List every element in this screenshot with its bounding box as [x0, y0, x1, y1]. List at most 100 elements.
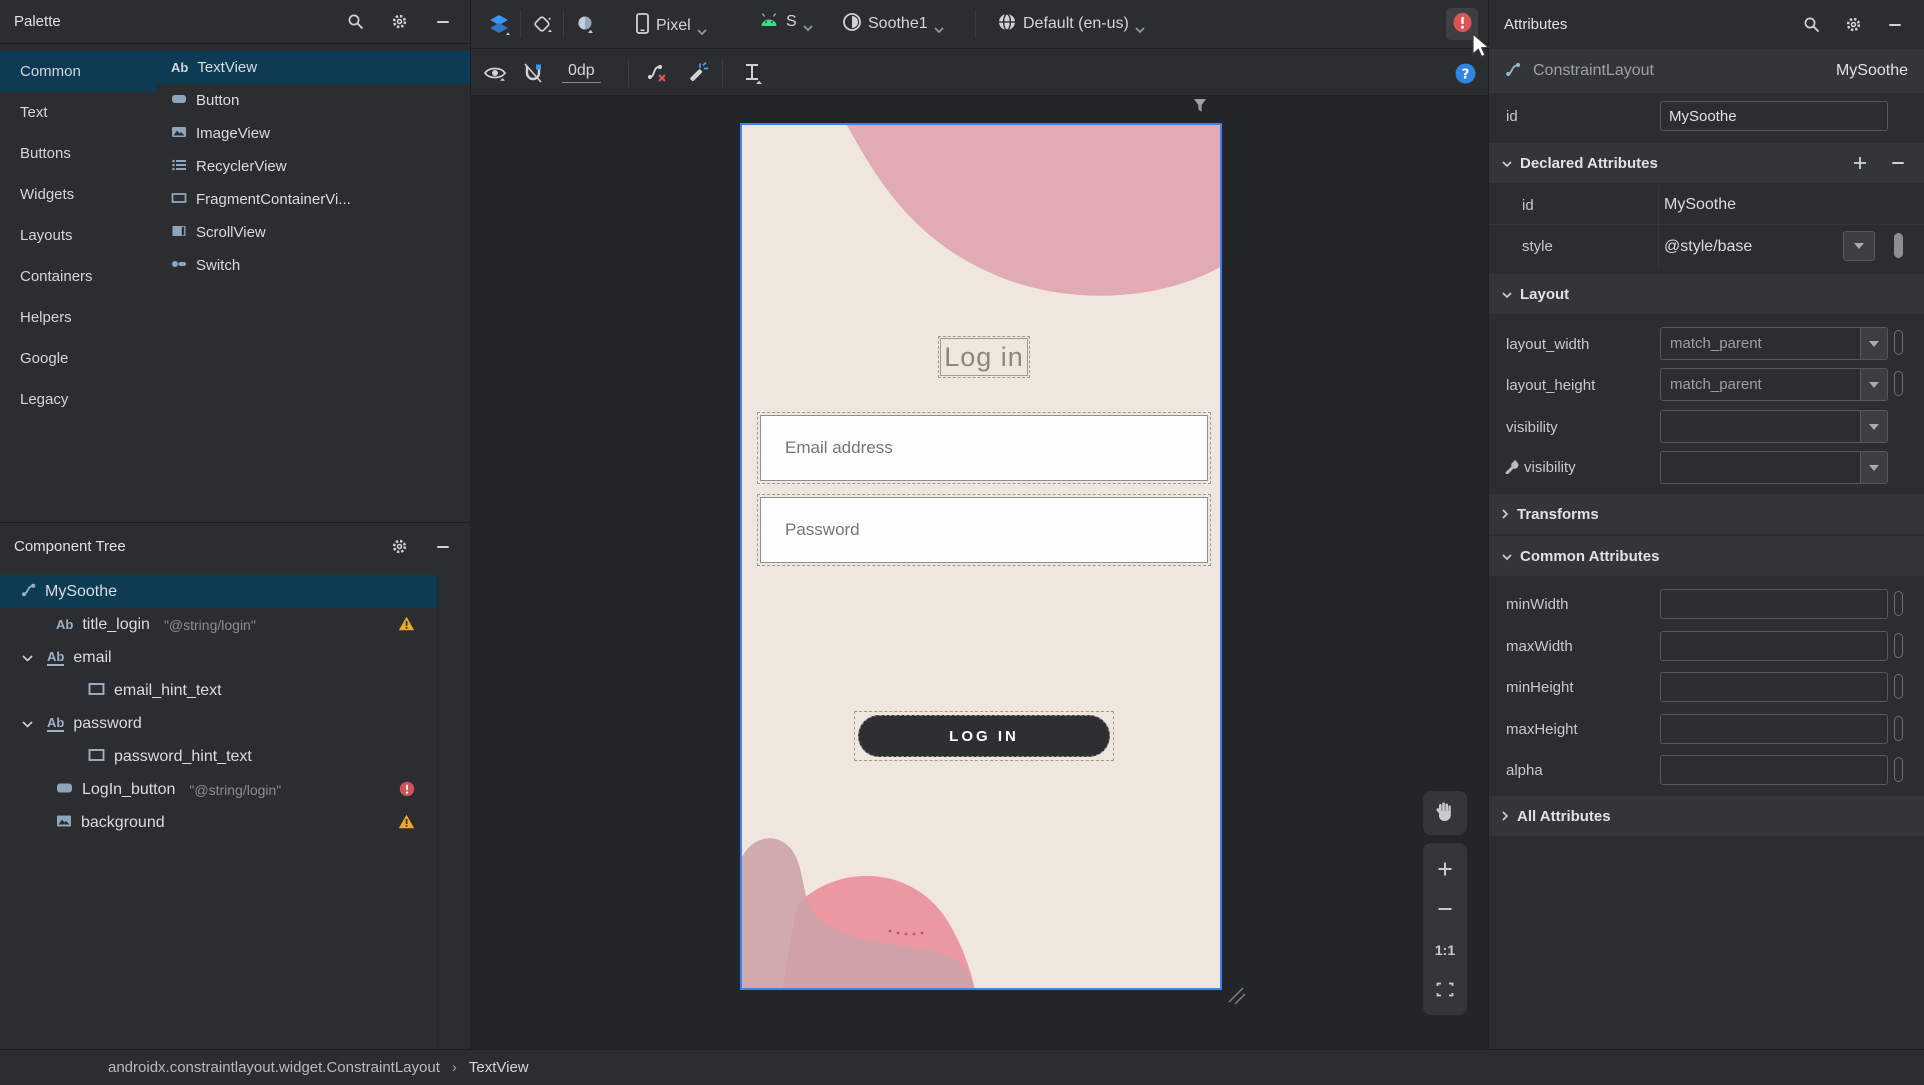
alpha-input[interactable] — [1660, 755, 1888, 785]
declared-attr-row[interactable]: id MySoothe — [1488, 186, 1924, 225]
layout-height-combo[interactable]: match_parent — [1660, 368, 1888, 401]
palette-item-button[interactable]: Button — [157, 84, 470, 117]
design-surface-icon[interactable] — [482, 7, 516, 41]
chevron-down-icon — [803, 19, 813, 32]
breadcrumb-textview[interactable]: TextView — [469, 1059, 529, 1076]
chevron-down-icon[interactable] — [22, 715, 33, 732]
tools-visibility-combo[interactable] — [1660, 451, 1888, 484]
palette-category-widgets[interactable]: Widgets — [0, 174, 157, 215]
resource-pill[interactable] — [1894, 633, 1903, 658]
zoom-to-fit-button[interactable] — [1424, 982, 1466, 997]
tree-row-mysoothe[interactable]: MySoothe — [0, 575, 437, 608]
resource-pill[interactable] — [1894, 757, 1903, 782]
clear-constraints-icon[interactable] — [642, 58, 672, 88]
maxwidth-label: maxWidth — [1506, 638, 1573, 655]
palette-item-switch[interactable]: Switch — [157, 249, 470, 282]
infer-constraints-icon[interactable] — [682, 58, 712, 88]
tree-row-background[interactable]: background — [0, 806, 437, 839]
pan-button[interactable] — [1423, 791, 1467, 835]
resource-pill[interactable] — [1894, 716, 1903, 741]
orientation-icon[interactable] — [525, 7, 559, 41]
tree-row-password[interactable]: Ab password — [0, 707, 437, 740]
pack-align-icon[interactable] — [736, 58, 770, 88]
chevron-down-icon — [1502, 286, 1512, 303]
tree-row-title-login[interactable]: Ab title_login "@string/login" — [0, 608, 437, 641]
chevron-down-icon — [1135, 21, 1145, 34]
palette-header: Palette — [0, 0, 470, 44]
palette-item-scrollview[interactable]: ScrollView — [157, 216, 470, 249]
palette-category-google[interactable]: Google — [0, 338, 157, 379]
autoconnect-icon[interactable] — [518, 58, 548, 88]
device-screen[interactable]: Log in Email address Password LOG IN — [740, 123, 1222, 990]
chevron-down-icon[interactable] — [22, 649, 33, 666]
view-options-icon[interactable] — [480, 58, 510, 88]
maxwidth-input[interactable] — [1660, 631, 1888, 661]
zoom-in-button[interactable] — [1424, 861, 1466, 877]
palette-item-fragmentcontainerview[interactable]: FragmentContainerVi... — [157, 183, 470, 216]
layout-width-combo[interactable]: match_parent — [1660, 327, 1888, 360]
tree-row-password-hint-text[interactable]: password_hint_text — [0, 740, 437, 773]
button-icon — [56, 781, 73, 799]
api-selector[interactable]: S — [758, 12, 813, 32]
palette-item-imageview[interactable]: ImageView — [157, 117, 470, 150]
palette-item-recyclerview[interactable]: RecyclerView — [157, 150, 470, 183]
id-label: id — [1506, 108, 1518, 125]
tree-row-email[interactable]: Ab email — [0, 641, 437, 674]
palette-category-legacy[interactable]: Legacy — [0, 379, 157, 420]
remove-attribute-icon[interactable] — [1888, 153, 1908, 173]
id-input[interactable] — [1660, 101, 1888, 131]
palette-category-common[interactable]: Common — [0, 51, 157, 92]
zoom-reset-button[interactable]: 1:1 — [1424, 942, 1466, 958]
textview-icon: Ab — [171, 60, 189, 75]
resource-pill[interactable] — [1894, 591, 1903, 616]
component-tree-header: Component Tree — [0, 523, 470, 570]
filter-icon[interactable] — [1192, 98, 1208, 117]
resource-pill[interactable] — [1894, 674, 1903, 699]
resource-pill[interactable] — [1894, 233, 1903, 258]
device-selector[interactable]: Pixel — [635, 12, 707, 39]
declared-attr-row[interactable]: style @style/base — [1488, 225, 1924, 268]
gear-icon[interactable] — [386, 9, 412, 35]
search-icon[interactable] — [342, 9, 368, 35]
theme-selector[interactable]: Soothe1 — [842, 12, 944, 36]
gear-icon[interactable] — [386, 534, 412, 560]
night-mode-icon[interactable] — [568, 7, 602, 41]
style-dropdown-button[interactable] — [1843, 231, 1875, 261]
minwidth-input[interactable] — [1660, 589, 1888, 619]
login-title[interactable]: Log in — [938, 336, 1030, 378]
email-field[interactable]: Email address — [757, 412, 1211, 484]
palette-category-buttons[interactable]: Buttons — [0, 133, 157, 174]
maxheight-input[interactable] — [1660, 714, 1888, 744]
hide-panel-icon[interactable] — [1882, 12, 1908, 38]
minheight-input[interactable] — [1660, 672, 1888, 702]
hide-panel-icon[interactable] — [430, 9, 456, 35]
hide-panel-icon[interactable] — [430, 534, 456, 560]
gear-icon[interactable] — [1840, 12, 1866, 38]
resize-handle[interactable] — [1225, 984, 1247, 1010]
palette-category-layouts[interactable]: Layouts — [0, 215, 157, 256]
resource-pill[interactable] — [1894, 330, 1903, 355]
search-icon[interactable] — [1798, 12, 1824, 38]
add-attribute-icon[interactable] — [1850, 153, 1870, 173]
visibility-combo[interactable] — [1660, 410, 1888, 443]
layout-section[interactable]: Layout — [1488, 274, 1924, 314]
resource-pill[interactable] — [1894, 371, 1903, 396]
palette-category-helpers[interactable]: Helpers — [0, 297, 157, 338]
design-surface[interactable]: Log in Email address Password LOG IN 1:1 — [470, 96, 1488, 1049]
locale-selector[interactable]: Default (en-us) — [997, 12, 1145, 36]
common-attributes-section[interactable]: Common Attributes — [1488, 536, 1924, 576]
transforms-section[interactable]: Transforms — [1488, 494, 1924, 534]
default-margin-control[interactable]: 0dp — [562, 62, 601, 83]
tree-row-login-button[interactable]: LogIn_button "@string/login" — [0, 773, 437, 806]
palette-item-textview[interactable]: Ab TextView — [157, 51, 470, 84]
zoom-out-button[interactable] — [1424, 901, 1466, 917]
password-field[interactable]: Password — [757, 494, 1211, 566]
theme-contrast-icon — [842, 12, 862, 36]
declared-attributes-section[interactable]: Declared Attributes — [1488, 143, 1924, 183]
login-button[interactable]: LOG IN — [858, 715, 1110, 757]
all-attributes-section[interactable]: All Attributes — [1488, 796, 1924, 836]
tree-row-email-hint-text[interactable]: email_hint_text — [0, 674, 437, 707]
palette-category-text[interactable]: Text — [0, 92, 157, 133]
palette-category-containers[interactable]: Containers — [0, 256, 157, 297]
breadcrumb-constraintlayout[interactable]: androidx.constraintlayout.widget.Constra… — [108, 1059, 440, 1076]
